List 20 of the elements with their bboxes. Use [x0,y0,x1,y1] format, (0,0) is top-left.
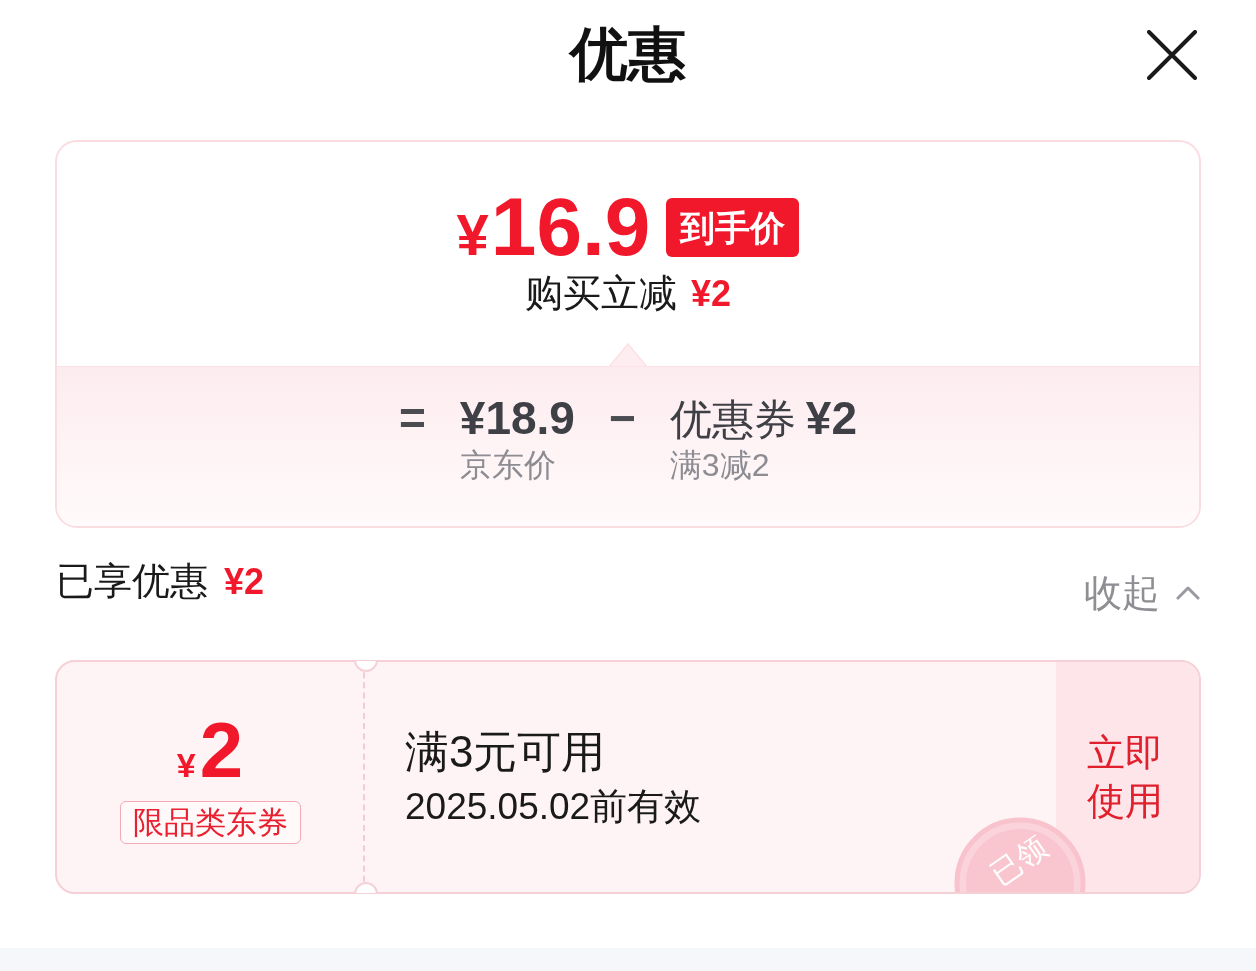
dialog-title: 优惠 [570,25,686,83]
enjoyed-discount-text: 已享优惠 ¥2 [56,562,265,600]
breakdown-caption: 京东价 [459,449,556,481]
final-price: ¥16.9 [456,186,651,268]
instant-discount-text: 购买立减 ¥2 [524,274,731,312]
coupon-value: ¥2 [176,710,244,789]
operator-sign: − [608,393,636,443]
coupon-condition: 满3元可用 [405,729,606,774]
breakdown-amount: ¥18.9 [459,393,575,445]
collapse-toggle[interactable]: 收起 [1084,574,1200,612]
breakdown-amount: 优惠券 ¥2 [669,393,857,445]
close-icon [1147,30,1197,80]
stamp-text: 已领 [985,831,1053,891]
operator-sign: = [398,393,426,443]
coupon-validity: 2025.05.02前有效 [405,787,702,825]
close-button[interactable] [1146,29,1198,81]
coupon-tag: 限品类东券 [119,800,301,844]
use-now-button[interactable]: 立即使用 [1056,662,1199,892]
breakdown-caption: 满3减2 [669,449,770,481]
final-price-badge: 到手价 [666,197,800,257]
